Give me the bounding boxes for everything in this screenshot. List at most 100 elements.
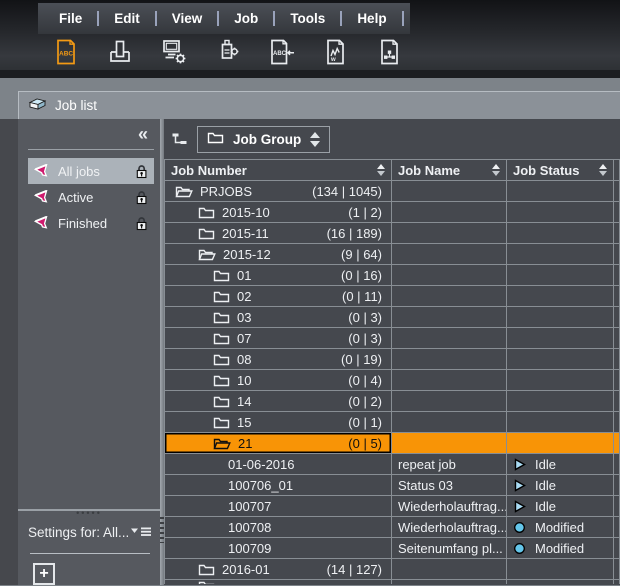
menu-edit[interactable]: Edit	[99, 11, 155, 26]
job-status-cell	[507, 580, 614, 584]
job-status-cell: Idle	[507, 496, 614, 517]
column-label: Job Status	[513, 163, 579, 178]
job-name-cell	[392, 349, 507, 370]
group-row[interactable]: 21(0 | 5)	[164, 433, 620, 454]
sort-arrows-icon	[492, 164, 500, 176]
folder-closed-icon	[213, 311, 230, 324]
add-setting-button[interactable]: +	[33, 563, 55, 585]
job-number-cell: 02(0 | 11)	[164, 286, 392, 307]
job-number: 01-06-2016	[228, 457, 295, 472]
sliver-cell	[614, 496, 620, 517]
job-verify-button[interactable]: w	[320, 36, 352, 68]
sliver-cell	[614, 265, 620, 286]
application-chrome: FileEditViewJobToolsHelp ABC ABC w	[0, 0, 620, 70]
group-row[interactable]: 2015-11 (16 | 189)	[164, 223, 620, 244]
device-settings-button[interactable]	[212, 36, 244, 68]
menu-view[interactable]: View	[157, 11, 218, 26]
group-row[interactable]: 2015-12(9 | 64)	[164, 244, 620, 265]
group-name: 2016-01	[222, 562, 270, 577]
doc-wave-icon: w	[323, 38, 349, 66]
sliver-cell	[614, 370, 620, 391]
job-import-button[interactable]: ABC	[266, 36, 298, 68]
column-header-job-status[interactable]: Job Status	[507, 159, 614, 181]
dropdown-menu-icon	[130, 525, 152, 540]
group-row[interactable]: 2015-10(1 | 2)	[164, 202, 620, 223]
workspace: Job list « All jobsActiveFinished ••••• …	[0, 78, 620, 586]
system-settings-button[interactable]	[158, 36, 190, 68]
job-status-cell	[507, 202, 614, 223]
job-table: Job NumberJob Name Job Status PRJOBS(134 …	[164, 159, 620, 584]
job-status-cell	[507, 391, 614, 412]
job-name: Wiederholauftrag...	[398, 499, 507, 514]
group-name: 10	[237, 373, 251, 388]
job-row[interactable]: 01-06-2016 repeat job Idle	[164, 454, 620, 475]
monitor-gear-icon	[160, 38, 188, 66]
group-row[interactable]: 02(0 | 11)	[164, 286, 620, 307]
group-row[interactable]: 15(0 | 1)	[164, 412, 620, 433]
group-name: 2015-10	[222, 205, 270, 220]
job-status: Modified	[535, 520, 584, 535]
job-status-cell	[507, 433, 614, 454]
column-header-job-number[interactable]: Job Number	[164, 159, 392, 181]
job-number-cell: 100708	[164, 517, 392, 538]
printer-view-button[interactable]	[104, 36, 136, 68]
sidebar-item-all-jobs[interactable]: All jobs	[28, 158, 154, 184]
job-name-cell: Seitenumfang pl...	[392, 538, 507, 559]
vertical-splitter[interactable]	[160, 119, 164, 585]
table-toolbar: Job Group	[164, 119, 620, 159]
spinner-arrows-icon[interactable]	[310, 132, 320, 147]
job-list-button[interactable]: ABC	[50, 36, 82, 68]
job-list-icon	[28, 97, 47, 114]
sidebar-item-finished[interactable]: Finished	[28, 210, 154, 236]
group-row[interactable]: 03(0 | 3)	[164, 307, 620, 328]
group-name: 08	[237, 352, 251, 367]
job-row[interactable]: 100708Wiederholauftrag...Modified	[164, 517, 620, 538]
tree-view-icon[interactable]	[171, 132, 188, 146]
settings-label: Settings for: All...	[28, 525, 129, 540]
job-number-cell: 03(0 | 3)	[164, 307, 392, 328]
job-name-cell	[392, 370, 507, 391]
column-header-job-name[interactable]: Job Name	[392, 159, 507, 181]
job-table-area: Job Group Job NumberJob Name Job Status P…	[164, 119, 620, 585]
sidebar-item-active[interactable]: Active	[28, 184, 154, 210]
job-name-cell	[392, 181, 507, 202]
job-number-cell: 01-06-2016	[164, 454, 392, 475]
group-row[interactable]: 01(0 | 16)	[164, 265, 620, 286]
group-row[interactable]: 14(0 | 2)	[164, 391, 620, 412]
folder-closed-icon	[198, 227, 215, 240]
job-name-cell: repeat job	[392, 454, 507, 475]
group-row[interactable]: PRJOBS(134 | 1045)	[164, 181, 620, 202]
group-name: 2015-11	[222, 226, 269, 241]
menu-job[interactable]: Job	[219, 11, 273, 26]
collapse-sidebar-button[interactable]: «	[138, 125, 148, 143]
sliver-cell	[614, 328, 620, 349]
folder-open-icon	[213, 437, 231, 450]
job-number-cell: 100707	[164, 496, 392, 517]
sliver-cell	[614, 349, 620, 370]
job-row[interactable]: 100709Seitenumfang pl...Modified	[164, 538, 620, 559]
group-row[interactable]: 10(0 | 4)	[164, 370, 620, 391]
job-group-selector[interactable]: Job Group	[197, 126, 330, 153]
settings-for-dropdown[interactable]: Settings for: All...	[28, 525, 152, 540]
menu-help[interactable]: Help	[342, 11, 401, 26]
doc-abc-icon: ABC	[53, 38, 79, 66]
partial-row[interactable]	[164, 580, 620, 584]
job-status-cell	[507, 307, 614, 328]
job-name-cell: Status 03	[392, 475, 507, 496]
job-status-cell	[507, 265, 614, 286]
job-status-cell: Idle	[507, 454, 614, 475]
group-row[interactable]: 2016-01(14 | 127)	[164, 559, 620, 580]
group-row[interactable]: 08(0 | 19)	[164, 349, 620, 370]
job-status: Idle	[535, 457, 556, 472]
job-row[interactable]: 100706_01Status 03Idle	[164, 475, 620, 496]
sliver-cell	[614, 475, 620, 496]
job-structure-button[interactable]	[374, 36, 406, 68]
group-count: (16 | 189)	[327, 226, 385, 241]
menu-file[interactable]: File	[44, 11, 97, 26]
job-row[interactable]: 100707 Wiederholauftrag...Idle	[164, 496, 620, 517]
menu-tools[interactable]: Tools	[275, 11, 340, 26]
job-number-cell: PRJOBS(134 | 1045)	[164, 181, 392, 202]
horizontal-splitter[interactable]: •••••	[18, 509, 160, 517]
status-idle-icon	[513, 500, 526, 513]
group-row[interactable]: 07(0 | 3)	[164, 328, 620, 349]
